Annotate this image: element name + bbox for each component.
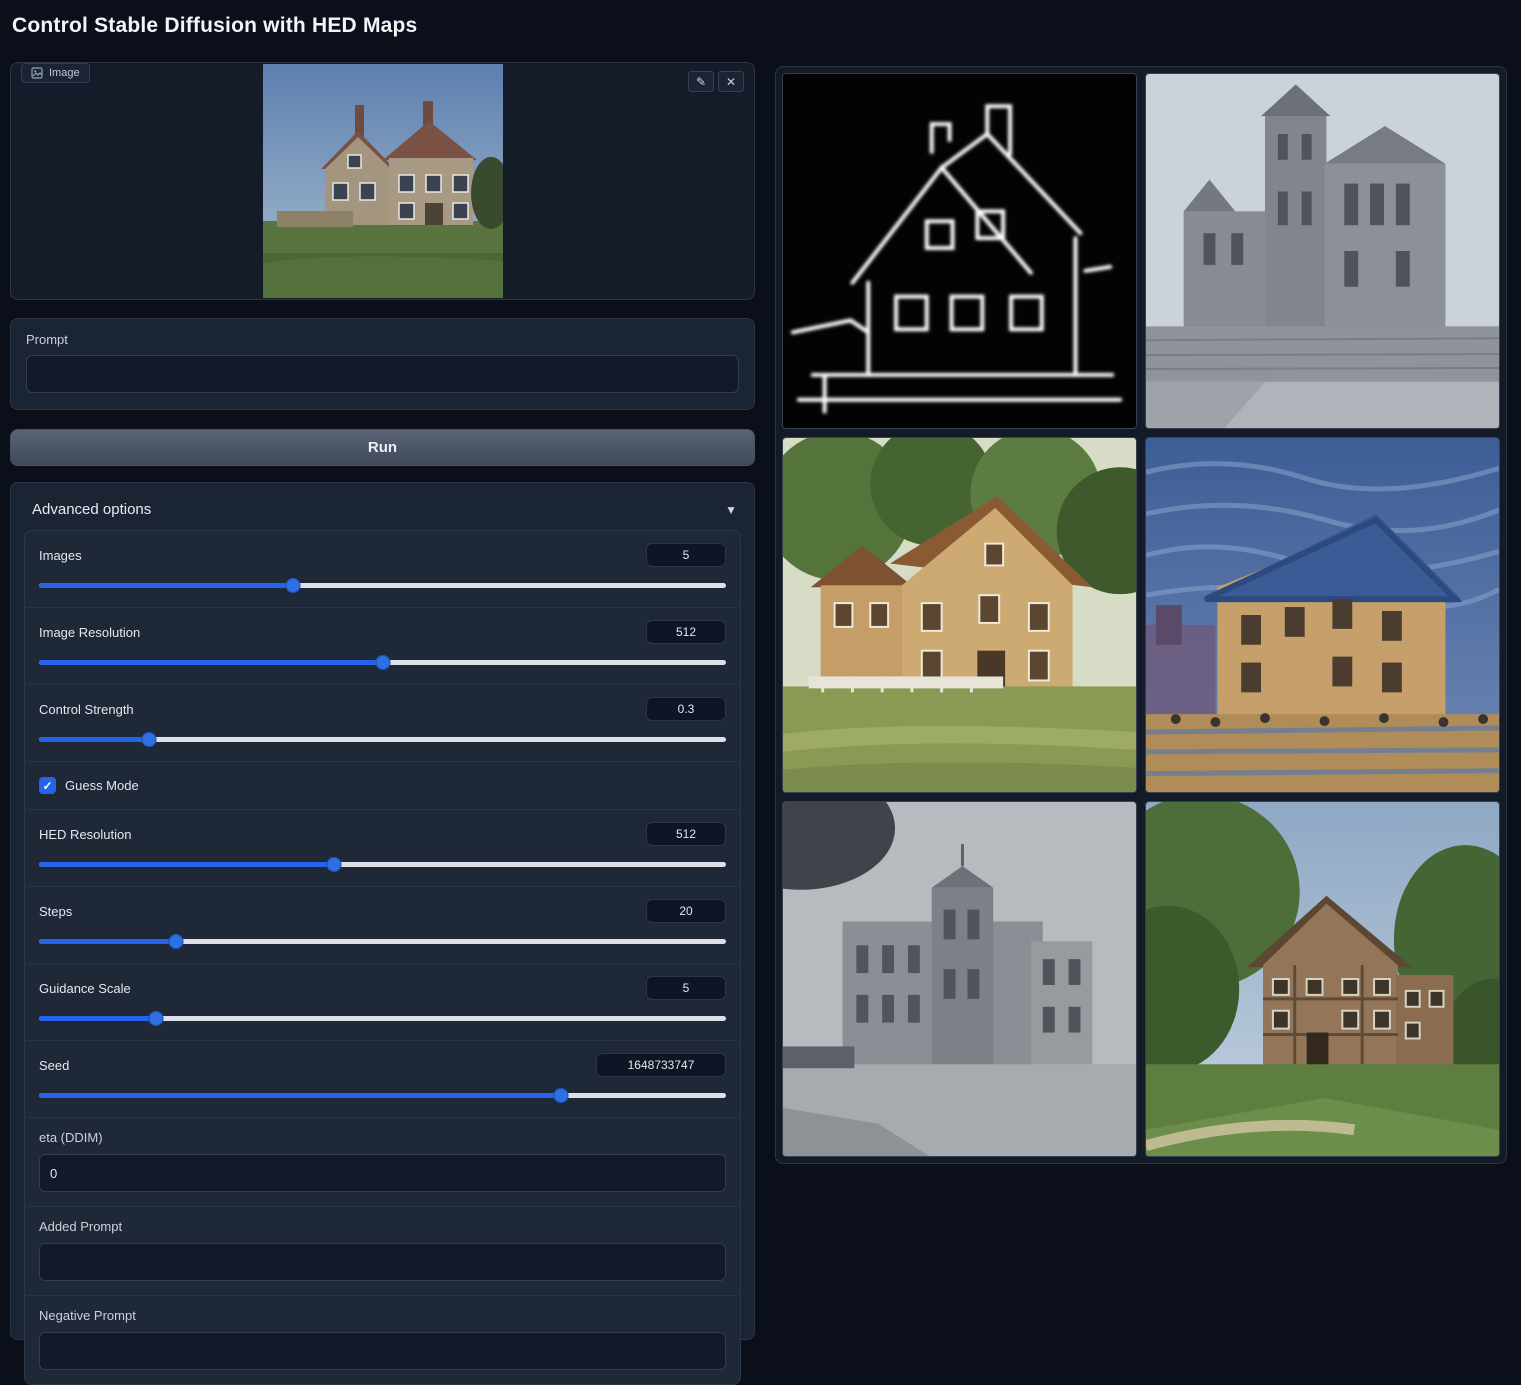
slider-fill	[39, 660, 383, 665]
gallery-item-painted-house[interactable]	[782, 437, 1137, 793]
image-resolution-row: Image Resolution	[25, 608, 740, 685]
prompt-label: Prompt	[26, 332, 739, 347]
eta-label: eta (DDIM)	[39, 1130, 726, 1145]
gallery-item-grayscale-building[interactable]	[782, 801, 1137, 1157]
hed-resolution-row: HED Resolution	[25, 810, 740, 887]
image-icon	[31, 67, 43, 79]
hed-resolution-slider[interactable]	[39, 857, 726, 872]
run-button[interactable]: Run	[10, 429, 755, 466]
steps-slider[interactable]	[39, 934, 726, 949]
seed-slider[interactable]	[39, 1088, 726, 1103]
control-strength-label: Control Strength	[39, 702, 134, 717]
images-slider[interactable]	[39, 578, 726, 593]
prompt-panel: Prompt	[10, 318, 755, 410]
added-prompt-row: Added Prompt	[25, 1207, 740, 1296]
control-strength-row: Control Strength	[25, 685, 740, 762]
advanced-options-header[interactable]: Advanced options ▼	[24, 497, 741, 530]
images-value-input[interactable]	[646, 543, 726, 567]
negative-prompt-label: Negative Prompt	[39, 1308, 726, 1323]
image-resolution-slider[interactable]	[39, 655, 726, 670]
advanced-options-form: Images Image Resolution	[24, 530, 741, 1385]
eta-row: eta (DDIM)	[25, 1118, 740, 1207]
gallery-item-stylized-painting[interactable]	[1145, 437, 1500, 793]
guidance-scale-slider[interactable]	[39, 1011, 726, 1026]
added-prompt-input[interactable]	[39, 1243, 726, 1281]
slider-fill	[39, 862, 334, 867]
gallery-item-hed-edge-map[interactable]	[782, 73, 1137, 429]
guidance-scale-value-input[interactable]	[646, 976, 726, 1000]
guidance-scale-label: Guidance Scale	[39, 981, 131, 996]
image-resolution-label: Image Resolution	[39, 625, 140, 640]
hed-resolution-label: HED Resolution	[39, 827, 132, 842]
page-title: Control Stable Diffusion with HED Maps	[12, 14, 417, 38]
steps-label: Steps	[39, 904, 72, 919]
slider-thumb[interactable]	[141, 732, 156, 747]
seed-label: Seed	[39, 1058, 69, 1073]
seed-row: Seed	[25, 1041, 740, 1118]
images-label: Images	[39, 548, 82, 563]
added-prompt-label: Added Prompt	[39, 1219, 726, 1234]
guess-mode-checkbox[interactable]: ✓	[39, 777, 56, 794]
steps-row: Steps	[25, 887, 740, 964]
slider-thumb[interactable]	[375, 655, 390, 670]
chevron-down-icon: ▼	[725, 503, 737, 517]
guess-mode-label: Guess Mode	[65, 778, 139, 793]
eta-input[interactable]	[39, 1154, 726, 1192]
guidance-scale-row: Guidance Scale	[25, 964, 740, 1041]
slider-thumb[interactable]	[169, 934, 184, 949]
image-panel-label-text: Image	[49, 67, 80, 79]
slider-fill	[39, 1093, 561, 1098]
slider-thumb[interactable]	[327, 857, 342, 872]
seed-value-input[interactable]	[596, 1053, 726, 1077]
image-upload-panel[interactable]: Image ✎ ✕	[10, 62, 755, 300]
image-panel-label: Image	[21, 63, 90, 83]
slider-fill	[39, 583, 293, 588]
advanced-options-panel: Advanced options ▼ Images Image Resoluti…	[10, 482, 755, 1340]
slider-fill	[39, 737, 149, 742]
uploaded-house-photo	[263, 64, 503, 298]
check-icon: ✓	[42, 780, 52, 792]
output-gallery	[775, 66, 1507, 1164]
hed-resolution-value-input[interactable]	[646, 822, 726, 846]
edit-image-button[interactable]: ✎	[688, 71, 714, 92]
control-strength-value-input[interactable]	[646, 697, 726, 721]
negative-prompt-input[interactable]	[39, 1332, 726, 1370]
control-strength-slider[interactable]	[39, 732, 726, 747]
close-icon: ✕	[726, 75, 736, 89]
prompt-input[interactable]	[26, 355, 739, 393]
guess-mode-row[interactable]: ✓ Guess Mode	[25, 762, 740, 810]
clear-image-button[interactable]: ✕	[718, 71, 744, 92]
negative-prompt-row: Negative Prompt	[25, 1296, 740, 1384]
slider-fill	[39, 1016, 156, 1021]
slider-thumb[interactable]	[286, 578, 301, 593]
image-resolution-value-input[interactable]	[646, 620, 726, 644]
gallery-item-cathedral[interactable]	[1145, 73, 1500, 429]
image-panel-actions: ✎ ✕	[688, 71, 744, 92]
slider-fill	[39, 939, 176, 944]
pencil-icon: ✎	[696, 75, 706, 89]
slider-thumb[interactable]	[554, 1088, 569, 1103]
images-row: Images	[25, 531, 740, 608]
slider-thumb[interactable]	[148, 1011, 163, 1026]
steps-value-input[interactable]	[646, 899, 726, 923]
advanced-options-title: Advanced options	[32, 501, 151, 518]
gallery-item-country-house[interactable]	[1145, 801, 1500, 1157]
